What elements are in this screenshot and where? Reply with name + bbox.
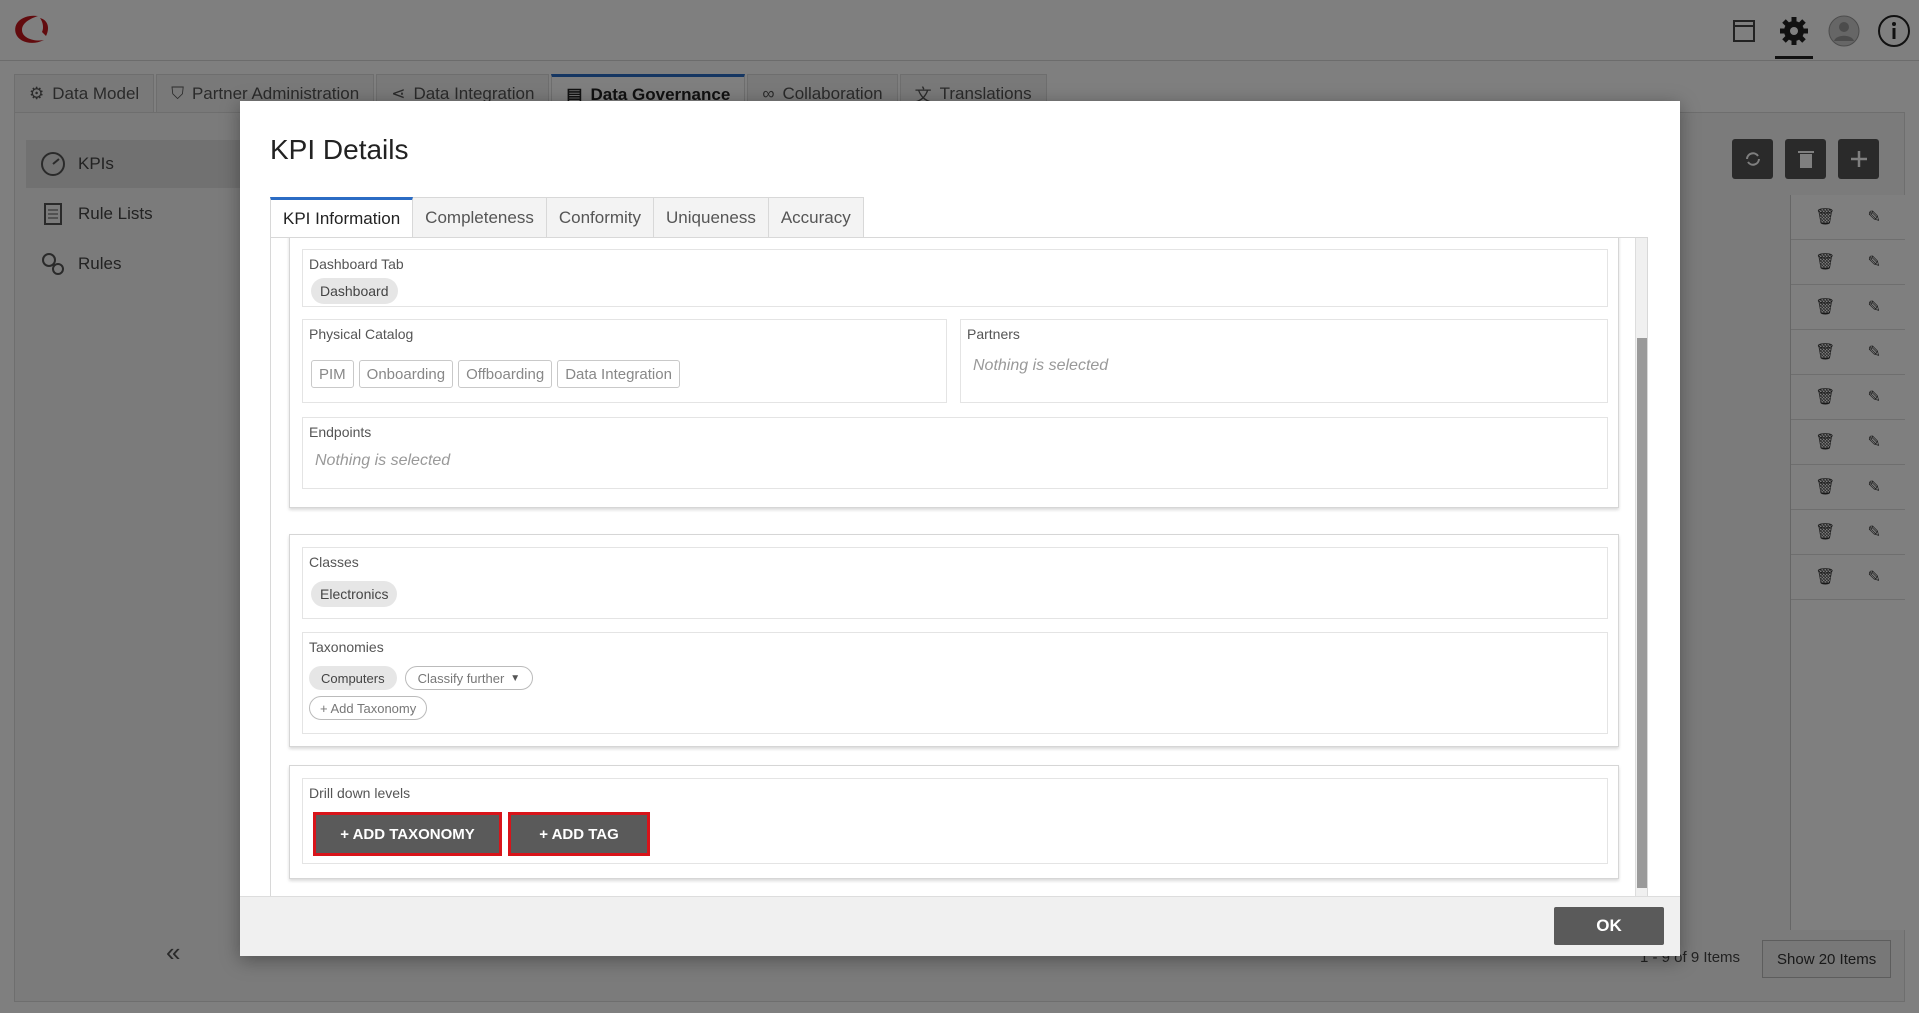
dialog-scrollbar[interactable] [1635, 238, 1647, 896]
drill-down-field: Drill down levels + ADD TAXONOMY + ADD T… [302, 778, 1608, 864]
dialog-body[interactable]: Dashboard Tab Dashboard Physical Catalog… [270, 237, 1648, 897]
catalog-tag-data-integration[interactable]: Data Integration [557, 360, 680, 388]
dialog-footer: OK [240, 896, 1680, 956]
tab-completeness[interactable]: Completeness [413, 197, 547, 238]
partners-field[interactable]: Partners Nothing is selected [960, 319, 1608, 403]
tab-uniqueness[interactable]: Uniqueness [654, 197, 769, 238]
classes-chip[interactable]: Electronics [311, 581, 398, 607]
tab-conformity[interactable]: Conformity [546, 197, 655, 238]
dialog-title: KPI Details [270, 134, 409, 165]
classification-section: Classes Electronics Taxonomies Computers… [289, 534, 1619, 747]
drill-down-section: Drill down levels + ADD TAXONOMY + ADD T… [289, 765, 1619, 879]
scope-section: Dashboard Tab Dashboard Physical Catalog… [289, 238, 1619, 508]
add-tag-button[interactable]: + ADD TAG [508, 812, 650, 856]
taxonomies-field[interactable]: Taxonomies Computers Classify further ▼ … [302, 632, 1608, 734]
dashboard-tab-field[interactable]: Dashboard Tab Dashboard [302, 249, 1608, 307]
add-taxonomy-button[interactable]: + ADD TAXONOMY [313, 812, 502, 856]
tab-accuracy[interactable]: Accuracy [768, 197, 864, 238]
scrollbar-thumb[interactable] [1637, 338, 1647, 888]
catalog-tag-pim[interactable]: PIM [311, 360, 354, 388]
add-taxonomy-link[interactable]: + Add Taxonomy [309, 696, 428, 720]
endpoints-field[interactable]: Endpoints Nothing is selected [302, 417, 1608, 489]
catalog-tag-offboarding[interactable]: Offboarding [458, 360, 553, 388]
physical-catalog-field[interactable]: Physical Catalog PIM Onboarding Offboard… [302, 319, 947, 403]
dashboard-chip[interactable]: Dashboard [311, 278, 398, 304]
ok-button[interactable]: OK [1554, 907, 1664, 945]
catalog-tag-onboarding[interactable]: Onboarding [358, 360, 454, 388]
dialog-tabs: KPI Information Completeness Conformity … [270, 197, 864, 238]
chevron-down-icon: ▼ [510, 672, 521, 684]
tab-kpi-information[interactable]: KPI Information [270, 197, 414, 238]
partners-empty: Nothing is selected [973, 357, 1109, 374]
classify-further-dropdown[interactable]: Classify further ▼ [404, 666, 534, 690]
endpoints-empty: Nothing is selected [315, 452, 451, 469]
kpi-details-dialog: KPI Details KPI Information Completeness… [240, 101, 1680, 956]
classes-field[interactable]: Classes Electronics [302, 547, 1608, 619]
taxonomy-chip[interactable]: Computers [309, 666, 397, 690]
